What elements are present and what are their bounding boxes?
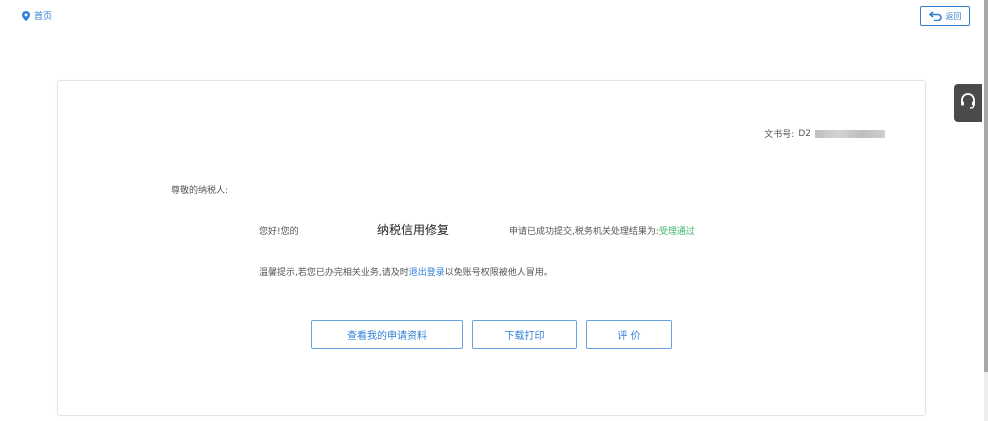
greeting-suffix-line: 申请已成功提交,税务机关处理结果为:受理通过 [509, 224, 695, 237]
document-number-prefix: D2 [798, 128, 811, 139]
breadcrumb[interactable]: 首页 [22, 9, 52, 22]
action-buttons: 查看我的申请资料 下载打印 评 价 [311, 320, 672, 349]
greeting-prefix: 您好!您的 [259, 227, 299, 237]
document-number-redacted [815, 129, 885, 138]
rate-button[interactable]: 评 价 [586, 320, 672, 349]
salutation: 尊敬的纳税人: [171, 186, 229, 196]
breadcrumb-home[interactable]: 首页 [34, 9, 52, 22]
scrollbar-thumb[interactable] [984, 0, 988, 372]
return-arrow-icon [928, 11, 943, 21]
reminder-prefix: 温馨提示,若您已办完相关业务,请及时 [259, 268, 409, 278]
document-number-label: 文书号: [764, 130, 795, 140]
service-name: 纳税信用修复 [377, 223, 450, 237]
logout-link[interactable]: 退出登录 [409, 268, 445, 278]
reminder-suffix: 以免账号权限被他人冒用。 [444, 268, 553, 278]
back-button[interactable]: 返回 [920, 6, 970, 26]
view-application-button[interactable]: 查看我的申请资料 [311, 320, 463, 349]
vertical-scrollbar[interactable] [984, 0, 988, 421]
reminder-text: 温馨提示,若您已办完相关业务,请及时退出登录以免账号权限被他人冒用。 [259, 265, 553, 278]
customer-support-widget[interactable] [954, 84, 982, 122]
back-label: 返回 [945, 11, 962, 21]
page: 首页 返回 文书号: D2 尊敬的纳税人: 您好!您的 纳税信用修复 申请已成功… [0, 0, 988, 421]
headset-icon [959, 92, 977, 114]
greeting-suffix: 申请已成功提交,税务机关处理结果为: [509, 227, 659, 237]
document-number: 文书号: D2 [764, 127, 885, 140]
download-print-button[interactable]: 下载打印 [472, 320, 577, 349]
result-card: 文书号: D2 尊敬的纳税人: 您好!您的 纳税信用修复 申请已成功提交,税务机… [57, 80, 926, 416]
location-pin-icon [22, 10, 30, 21]
processing-result: 受理通过 [658, 227, 695, 237]
